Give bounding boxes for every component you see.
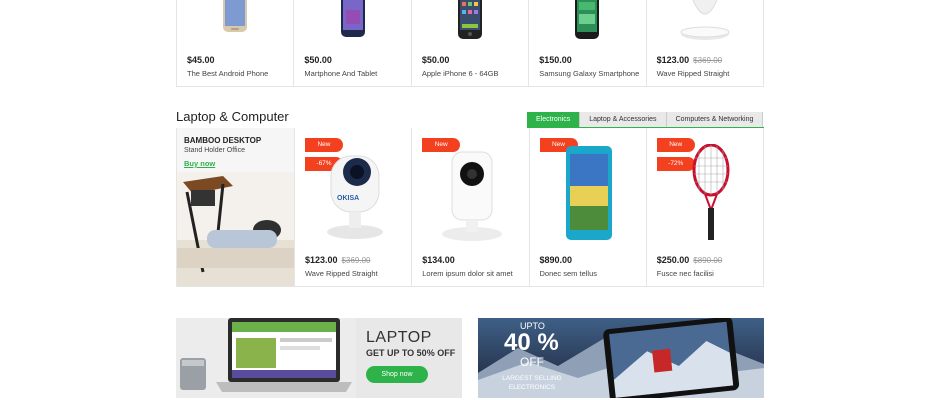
- laptop-banner[interactable]: LAPTOP GET UP TO 50% OFF Shop now: [176, 318, 462, 398]
- product-price: $50.00: [304, 55, 332, 65]
- product-card[interactable]: $123.00 $369.00 Wave Ripped Straight: [647, 0, 763, 86]
- banner-tagline: LARGEST SELLING ELECTRONICS: [502, 375, 562, 391]
- camera-brand-label: OKISA: [337, 195, 359, 202]
- product-price: $150.00: [539, 55, 572, 65]
- promo-title: BAMBOO DESKTOP: [184, 136, 262, 145]
- top-product-row: $45.00 The Best Android Phone $50.00 Mar…: [176, 0, 764, 87]
- banner-subheading: GET UP TO 50% OFF: [366, 348, 456, 358]
- product-name[interactable]: Wave Ripped Straight: [305, 269, 378, 278]
- product-price: $123.00 $369.00: [656, 55, 723, 65]
- banner-off: OFF: [520, 355, 544, 369]
- product-price: $890.00: [539, 255, 573, 265]
- category-tabs: Electronics Laptop & Accessories Compute…: [527, 112, 764, 128]
- discount-badge: -72%: [656, 157, 695, 171]
- product-price: $250.00 $890.00: [656, 255, 723, 265]
- bamboo-desk-image: [177, 172, 294, 286]
- tab-electronics[interactable]: Electronics: [527, 112, 581, 128]
- section-title: Laptop & Computer: [176, 109, 289, 124]
- product-card[interactable]: $150.00 Samsung Galaxy Smartphone: [529, 0, 647, 86]
- product-name[interactable]: Fusce nec facilisi: [657, 269, 714, 278]
- android-phone-image: [223, 0, 248, 32]
- laptop-image: [176, 318, 356, 398]
- product-name[interactable]: Samsung Galaxy Smartphone: [539, 69, 639, 78]
- product-card[interactable]: $45.00 The Best Android Phone: [177, 0, 295, 86]
- new-badge: New: [656, 138, 695, 152]
- product-price: $50.00: [421, 55, 450, 65]
- product-card[interactable]: New $134.00 Lorem ipsum dolor sit amet: [412, 128, 530, 286]
- section-products: BAMBOO DESKTOP Stand Holder Office Buy n…: [176, 128, 764, 287]
- product-card[interactable]: $50.00 Apple iPhone 6 - 64GB: [412, 0, 530, 86]
- product-name[interactable]: The Best Android Phone: [187, 69, 268, 78]
- old-price: $890.00: [693, 256, 723, 265]
- product-name[interactable]: Martphone And Tablet: [304, 69, 377, 78]
- product-name[interactable]: Donec sem tellus: [540, 269, 598, 278]
- product-card[interactable]: New -72% $250.00 $890.00 Fusce nec facili…: [647, 128, 763, 286]
- tab-laptop-accessories[interactable]: Laptop & Accessories: [580, 112, 667, 128]
- old-price: $369.00: [693, 56, 723, 65]
- product-card[interactable]: New -67% OKISA $123.00 $369.00 Wave Rippe…: [295, 128, 413, 286]
- camera-stand-image: [680, 0, 730, 40]
- smartphone-image: [340, 0, 365, 37]
- shop-now-button[interactable]: Shop now: [366, 366, 428, 383]
- iphone-image: [458, 0, 483, 39]
- promo-subtitle: Stand Holder Office: [184, 147, 245, 154]
- product-price: $45.00: [187, 55, 215, 65]
- product-price: $123.00 $369.00: [305, 255, 371, 265]
- page: $45.00 The Best Android Phone $50.00 Mar…: [0, 0, 940, 400]
- product-name[interactable]: Wave Ripped Straight: [657, 69, 730, 78]
- product-name[interactable]: Apple iPhone 6 - 64GB: [422, 69, 499, 78]
- webcam-image: [442, 151, 503, 241]
- product-price: $134.00: [422, 255, 455, 265]
- tennis-racket-image: [692, 144, 730, 240]
- product-card[interactable]: New $890.00 Donec sem tellus: [530, 128, 647, 286]
- tab-computers-networking[interactable]: Computers & Networking: [666, 112, 764, 128]
- security-camera-image: OKISA: [327, 155, 383, 239]
- promo-card[interactable]: BAMBOO DESKTOP Stand Holder Office Buy n…: [177, 128, 295, 286]
- banner-heading: LAPTOP: [366, 329, 432, 346]
- product-card[interactable]: $50.00 Martphone And Tablet: [294, 0, 412, 86]
- electronics-banner[interactable]: UPTO 40 % OFF LARGEST SELLING ELECTRONIC…: [478, 318, 764, 398]
- product-name[interactable]: Lorem ipsum dolor sit amet: [422, 269, 512, 278]
- buy-now-link[interactable]: Buy now: [184, 159, 215, 168]
- banner-percent: 40 %: [504, 329, 559, 356]
- galaxy-phone-image: [575, 0, 600, 39]
- tablet-phone-image: [565, 146, 612, 240]
- old-price: $369.00: [341, 256, 371, 265]
